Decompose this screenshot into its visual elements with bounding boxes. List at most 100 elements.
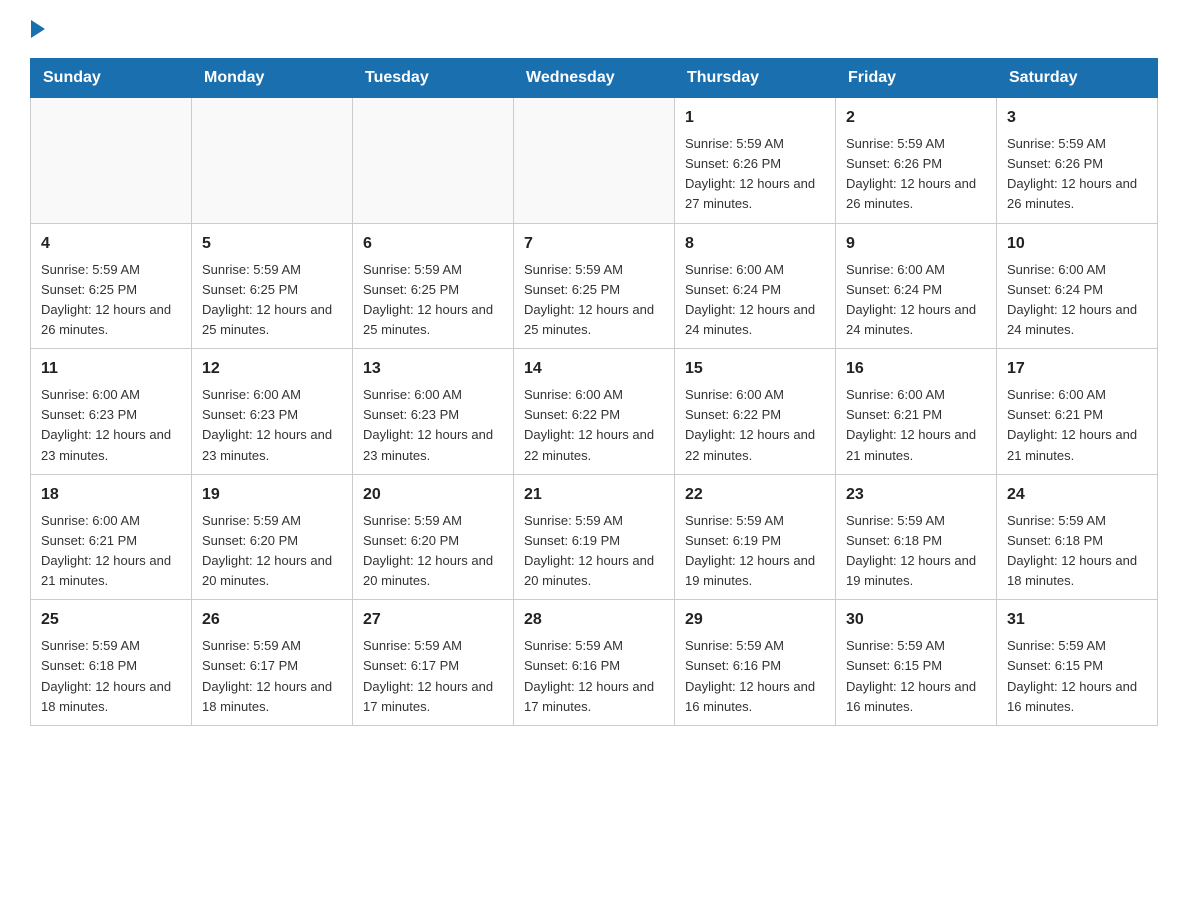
calendar-cell: 24 Sunrise: 5:59 AM Sunset: 6:18 PM Dayli… <box>997 474 1158 600</box>
calendar-cell: 17 Sunrise: 6:00 AM Sunset: 6:21 PM Dayli… <box>997 349 1158 475</box>
day-info: Sunrise: 5:59 AM Sunset: 6:15 PM Dayligh… <box>1007 636 1147 717</box>
calendar-cell: 19 Sunrise: 5:59 AM Sunset: 6:20 PM Dayli… <box>192 474 353 600</box>
day-number: 20 <box>363 483 503 507</box>
day-info: Sunrise: 6:00 AM Sunset: 6:24 PM Dayligh… <box>1007 260 1147 341</box>
day-number: 30 <box>846 608 986 632</box>
day-number: 13 <box>363 357 503 381</box>
calendar-cell: 1Sunrise: 5:59 AM Sunset: 6:26 PM Daylig… <box>675 98 836 224</box>
weekday-header-sunday: Sunday <box>31 59 192 98</box>
calendar-cell: 27 Sunrise: 5:59 AM Sunset: 6:17 PM Dayli… <box>353 600 514 726</box>
day-info: Sunrise: 6:00 AM Sunset: 6:24 PM Dayligh… <box>846 260 986 341</box>
day-info: Sunrise: 6:00 AM Sunset: 6:23 PM Dayligh… <box>363 385 503 466</box>
day-info: Sunrise: 5:59 AM Sunset: 6:20 PM Dayligh… <box>363 511 503 592</box>
day-info: Sunrise: 5:59 AM Sunset: 6:26 PM Dayligh… <box>1007 134 1147 215</box>
day-number: 15 <box>685 357 825 381</box>
weekday-header-row: SundayMondayTuesdayWednesdayThursdayFrid… <box>31 59 1158 98</box>
calendar-table: SundayMondayTuesdayWednesdayThursdayFrid… <box>30 58 1158 726</box>
calendar-cell: 14Sunrise: 6:00 AM Sunset: 6:22 PM Dayli… <box>514 349 675 475</box>
day-number: 10 <box>1007 232 1147 256</box>
calendar-cell: 31 Sunrise: 5:59 AM Sunset: 6:15 PM Dayli… <box>997 600 1158 726</box>
calendar-cell: 15 Sunrise: 6:00 AM Sunset: 6:22 PM Dayli… <box>675 349 836 475</box>
week-row-1: 1Sunrise: 5:59 AM Sunset: 6:26 PM Daylig… <box>31 98 1158 224</box>
day-info: Sunrise: 5:59 AM Sunset: 6:25 PM Dayligh… <box>363 260 503 341</box>
day-number: 8 <box>685 232 825 256</box>
day-number: 25 <box>41 608 181 632</box>
calendar-cell: 6 Sunrise: 5:59 AM Sunset: 6:25 PM Daylig… <box>353 223 514 349</box>
day-info: Sunrise: 5:59 AM Sunset: 6:15 PM Dayligh… <box>846 636 986 717</box>
day-number: 23 <box>846 483 986 507</box>
day-number: 3 <box>1007 106 1147 130</box>
calendar-cell: 22 Sunrise: 5:59 AM Sunset: 6:19 PM Dayli… <box>675 474 836 600</box>
day-number: 17 <box>1007 357 1147 381</box>
day-info: Sunrise: 5:59 AM Sunset: 6:18 PM Dayligh… <box>41 636 181 717</box>
calendar-cell: 10 Sunrise: 6:00 AM Sunset: 6:24 PM Dayli… <box>997 223 1158 349</box>
day-info: Sunrise: 5:59 AM Sunset: 6:19 PM Dayligh… <box>524 511 664 592</box>
week-row-5: 25 Sunrise: 5:59 AM Sunset: 6:18 PM Dayli… <box>31 600 1158 726</box>
day-info: Sunrise: 5:59 AM Sunset: 6:18 PM Dayligh… <box>1007 511 1147 592</box>
weekday-header-thursday: Thursday <box>675 59 836 98</box>
calendar-cell: 2 Sunrise: 5:59 AM Sunset: 6:26 PM Daylig… <box>836 98 997 224</box>
day-info: Sunrise: 5:59 AM Sunset: 6:16 PM Dayligh… <box>524 636 664 717</box>
calendar-cell: 18 Sunrise: 6:00 AM Sunset: 6:21 PM Dayli… <box>31 474 192 600</box>
day-number: 7 <box>524 232 664 256</box>
day-info: Sunrise: 5:59 AM Sunset: 6:25 PM Dayligh… <box>41 260 181 341</box>
calendar-cell <box>353 98 514 224</box>
weekday-header-wednesday: Wednesday <box>514 59 675 98</box>
day-number: 9 <box>846 232 986 256</box>
day-number: 24 <box>1007 483 1147 507</box>
week-row-4: 18 Sunrise: 6:00 AM Sunset: 6:21 PM Dayli… <box>31 474 1158 600</box>
day-number: 2 <box>846 106 986 130</box>
weekday-header-monday: Monday <box>192 59 353 98</box>
weekday-header-friday: Friday <box>836 59 997 98</box>
day-number: 16 <box>846 357 986 381</box>
day-info: Sunrise: 6:00 AM Sunset: 6:23 PM Dayligh… <box>202 385 342 466</box>
calendar-cell: 9 Sunrise: 6:00 AM Sunset: 6:24 PM Daylig… <box>836 223 997 349</box>
logo-arrow-icon <box>31 20 45 38</box>
week-row-3: 11Sunrise: 6:00 AM Sunset: 6:23 PM Dayli… <box>31 349 1158 475</box>
day-info: Sunrise: 5:59 AM Sunset: 6:26 PM Dayligh… <box>685 134 825 215</box>
calendar-cell: 7Sunrise: 5:59 AM Sunset: 6:25 PM Daylig… <box>514 223 675 349</box>
calendar-cell <box>31 98 192 224</box>
day-info: Sunrise: 5:59 AM Sunset: 6:20 PM Dayligh… <box>202 511 342 592</box>
day-info: Sunrise: 5:59 AM Sunset: 6:18 PM Dayligh… <box>846 511 986 592</box>
day-info: Sunrise: 6:00 AM Sunset: 6:21 PM Dayligh… <box>41 511 181 592</box>
day-number: 26 <box>202 608 342 632</box>
page-header <box>30 20 1158 40</box>
day-info: Sunrise: 5:59 AM Sunset: 6:17 PM Dayligh… <box>363 636 503 717</box>
day-number: 27 <box>363 608 503 632</box>
calendar-cell: 20 Sunrise: 5:59 AM Sunset: 6:20 PM Dayli… <box>353 474 514 600</box>
day-info: Sunrise: 6:00 AM Sunset: 6:21 PM Dayligh… <box>1007 385 1147 466</box>
day-info: Sunrise: 6:00 AM Sunset: 6:22 PM Dayligh… <box>685 385 825 466</box>
calendar-cell <box>514 98 675 224</box>
day-number: 6 <box>363 232 503 256</box>
day-info: Sunrise: 6:00 AM Sunset: 6:23 PM Dayligh… <box>41 385 181 466</box>
day-number: 28 <box>524 608 664 632</box>
calendar-cell: 12 Sunrise: 6:00 AM Sunset: 6:23 PM Dayli… <box>192 349 353 475</box>
calendar-cell: 25 Sunrise: 5:59 AM Sunset: 6:18 PM Dayli… <box>31 600 192 726</box>
day-number: 22 <box>685 483 825 507</box>
day-number: 19 <box>202 483 342 507</box>
calendar-cell: 5Sunrise: 5:59 AM Sunset: 6:25 PM Daylig… <box>192 223 353 349</box>
day-info: Sunrise: 5:59 AM Sunset: 6:26 PM Dayligh… <box>846 134 986 215</box>
day-number: 29 <box>685 608 825 632</box>
calendar-cell: 23 Sunrise: 5:59 AM Sunset: 6:18 PM Dayli… <box>836 474 997 600</box>
day-info: Sunrise: 5:59 AM Sunset: 6:19 PM Dayligh… <box>685 511 825 592</box>
day-number: 18 <box>41 483 181 507</box>
calendar-cell: 13 Sunrise: 6:00 AM Sunset: 6:23 PM Dayli… <box>353 349 514 475</box>
weekday-header-saturday: Saturday <box>997 59 1158 98</box>
day-number: 5 <box>202 232 342 256</box>
calendar-cell: 3 Sunrise: 5:59 AM Sunset: 6:26 PM Daylig… <box>997 98 1158 224</box>
day-number: 31 <box>1007 608 1147 632</box>
day-info: Sunrise: 5:59 AM Sunset: 6:17 PM Dayligh… <box>202 636 342 717</box>
day-number: 4 <box>41 232 181 256</box>
calendar-cell: 26 Sunrise: 5:59 AM Sunset: 6:17 PM Dayli… <box>192 600 353 726</box>
logo <box>30 20 45 40</box>
calendar-cell: 8 Sunrise: 6:00 AM Sunset: 6:24 PM Daylig… <box>675 223 836 349</box>
calendar-cell: 30 Sunrise: 5:59 AM Sunset: 6:15 PM Dayli… <box>836 600 997 726</box>
calendar-cell: 21Sunrise: 5:59 AM Sunset: 6:19 PM Dayli… <box>514 474 675 600</box>
day-info: Sunrise: 6:00 AM Sunset: 6:22 PM Dayligh… <box>524 385 664 466</box>
day-number: 12 <box>202 357 342 381</box>
week-row-2: 4 Sunrise: 5:59 AM Sunset: 6:25 PM Daylig… <box>31 223 1158 349</box>
day-info: Sunrise: 6:00 AM Sunset: 6:24 PM Dayligh… <box>685 260 825 341</box>
calendar-cell: 28 Sunrise: 5:59 AM Sunset: 6:16 PM Dayli… <box>514 600 675 726</box>
